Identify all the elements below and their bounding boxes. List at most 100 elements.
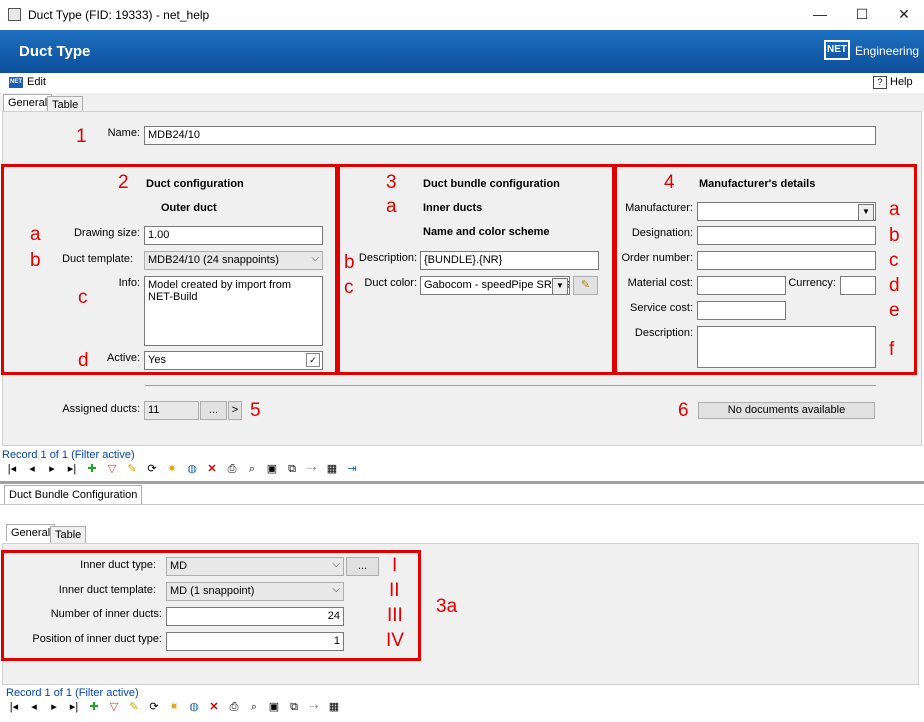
table-icon[interactable]: ▦	[326, 699, 342, 715]
number-inner-ducts-label: Number of inner ducts:	[50, 608, 162, 620]
annotation-I: I	[392, 555, 398, 576]
assigned-more-button[interactable]: ...	[200, 401, 227, 420]
print-icon[interactable]: ⎙	[224, 461, 240, 477]
new-icon[interactable]: ✷	[166, 699, 182, 715]
annotation-3: 3	[386, 172, 397, 193]
edit-icon[interactable]: ✎	[124, 461, 140, 477]
name-input[interactable]: MDB24/10	[144, 126, 876, 145]
order-number-input[interactable]	[697, 251, 876, 270]
edit-icon: NET	[9, 77, 23, 88]
active-select[interactable]: Yes ✓	[144, 351, 323, 370]
help-icon: ?	[873, 76, 887, 89]
globe-icon[interactable]: ◍	[184, 461, 200, 477]
move-icon[interactable]: ⇢	[304, 461, 320, 477]
position-inner-duct-input[interactable]: 1	[166, 632, 344, 651]
service-cost-input[interactable]	[697, 301, 786, 320]
table-icon[interactable]: ▦	[324, 461, 340, 477]
print-icon[interactable]: ⎙	[226, 699, 242, 715]
refresh-icon[interactable]: ⟳	[144, 461, 160, 477]
record-status: Record 1 of 1 (Filter active)	[2, 449, 135, 461]
bundle-description-label: Description:	[358, 252, 417, 264]
annotation-3b: b	[344, 252, 355, 273]
edit-icon[interactable]: ✎	[126, 699, 142, 715]
edit-menu[interactable]: Edit	[27, 76, 46, 88]
page-title: Duct Type	[19, 43, 91, 60]
manufacturer-title: Manufacturer's details	[699, 178, 816, 190]
first-record-icon[interactable]: |◂	[4, 461, 20, 477]
filter-icon[interactable]: ▽	[106, 699, 122, 715]
annotation-5: 5	[250, 400, 261, 421]
annotation-4a: a	[889, 199, 900, 220]
exit-icon[interactable]: ⇥	[344, 461, 360, 477]
add-filter-icon[interactable]: ✚	[84, 461, 100, 477]
delete-icon[interactable]: ✕	[206, 699, 222, 715]
help-menu[interactable]: Help	[890, 76, 913, 88]
record-status-bottom: Record 1 of 1 (Filter active)	[6, 687, 139, 699]
annotation-4c: c	[889, 250, 899, 271]
net-logo: NET	[824, 40, 850, 60]
inner-tab-general[interactable]: General	[6, 524, 56, 541]
inner-tab-table[interactable]: Table	[50, 526, 87, 543]
next-record-icon[interactable]: ▸	[44, 461, 60, 477]
add-filter-icon[interactable]: ✚	[86, 699, 102, 715]
designation-label: Designation:	[631, 227, 693, 239]
active-value: Yes	[148, 354, 166, 366]
active-label: Active:	[106, 352, 140, 364]
color-picker-button[interactable]: ✎	[573, 276, 598, 295]
drawing-size-label: Drawing size:	[73, 227, 140, 239]
drawing-size-input[interactable]: 1.00	[144, 226, 323, 245]
documents-button[interactable]: No documents available	[698, 402, 875, 419]
tab-general[interactable]: General	[3, 94, 53, 111]
inner-duct-template-value: MD (1 snappoint)	[170, 585, 255, 597]
select-icon[interactable]: ▣	[266, 699, 282, 715]
copy-icon[interactable]: ⧉	[286, 699, 302, 715]
name-label: Name:	[107, 127, 140, 139]
delete-icon[interactable]: ✕	[204, 461, 220, 477]
new-icon[interactable]: ✷	[164, 461, 180, 477]
duct-template-select[interactable]: MDB24/10 (24 snappoints) ⌵	[144, 251, 323, 270]
inner-duct-type-more-button[interactable]: ...	[346, 557, 379, 576]
manufacturer-select[interactable]: ▼	[697, 202, 876, 221]
manufacturer-description-textarea[interactable]	[697, 326, 876, 368]
bundle-description-input[interactable]: {BUNDLE}.{NR}	[420, 251, 599, 270]
manufacturer-description-label: Description:	[634, 327, 693, 339]
duct-color-select[interactable]: Gabocom - speedPipe SRV-G 1 ▼	[420, 276, 570, 295]
window-title: Duct Type (FID: 19333) - net_help	[28, 8, 210, 22]
info-textarea[interactable]: Model created by import from NET-Build	[144, 276, 323, 346]
service-cost-label: Service cost:	[630, 302, 693, 314]
currency-label: Currency:	[788, 277, 836, 289]
annotation-4b: b	[889, 225, 900, 246]
inner-duct-template-select[interactable]: MD (1 snappoint) ⌵	[166, 582, 344, 601]
zoom-icon[interactable]: ⌕	[246, 699, 262, 715]
last-record-icon[interactable]: ▸|	[64, 461, 80, 477]
record-toolbar: |◂ ◂ ▸ ▸| ✚ ▽ ✎ ⟳ ✷ ◍ ✕ ⎙ ⌕ ▣ ⧉ ⇢ ▦ ⇥	[4, 461, 364, 479]
order-number-label: Order number:	[621, 252, 693, 264]
outer-duct-subtitle: Outer duct	[161, 202, 217, 214]
title-bar: Duct Type (FID: 19333) - net_help — ☐ ✕	[0, 0, 924, 30]
material-cost-input[interactable]	[697, 276, 786, 295]
select-icon[interactable]: ▣	[264, 461, 280, 477]
minimize-button[interactable]: —	[800, 4, 840, 26]
bundle-config-title: Duct bundle configuration	[423, 178, 560, 190]
first-record-icon[interactable]: |◂	[6, 699, 22, 715]
assigned-go-button[interactable]: >	[228, 401, 242, 420]
pencil-icon: ✎	[580, 279, 591, 291]
number-inner-ducts-input[interactable]: 24	[166, 607, 344, 626]
tab-underline	[0, 504, 924, 505]
next-record-icon[interactable]: ▸	[46, 699, 62, 715]
maximize-button[interactable]: ☐	[842, 4, 882, 26]
globe-icon[interactable]: ◍	[186, 699, 202, 715]
move-icon[interactable]: ⇢	[306, 699, 322, 715]
copy-icon[interactable]: ⧉	[284, 461, 300, 477]
currency-input[interactable]	[840, 276, 876, 295]
refresh-icon[interactable]: ⟳	[146, 699, 162, 715]
last-record-icon[interactable]: ▸|	[66, 699, 82, 715]
prev-record-icon[interactable]: ◂	[24, 461, 40, 477]
prev-record-icon[interactable]: ◂	[26, 699, 42, 715]
designation-input[interactable]	[697, 226, 876, 245]
tab-duct-bundle-configuration[interactable]: Duct Bundle Configuration	[4, 485, 143, 504]
close-button[interactable]: ✕	[884, 4, 924, 26]
inner-duct-type-select[interactable]: MD ⌵	[166, 557, 344, 576]
filter-icon[interactable]: ▽	[104, 461, 120, 477]
zoom-icon[interactable]: ⌕	[244, 461, 260, 477]
